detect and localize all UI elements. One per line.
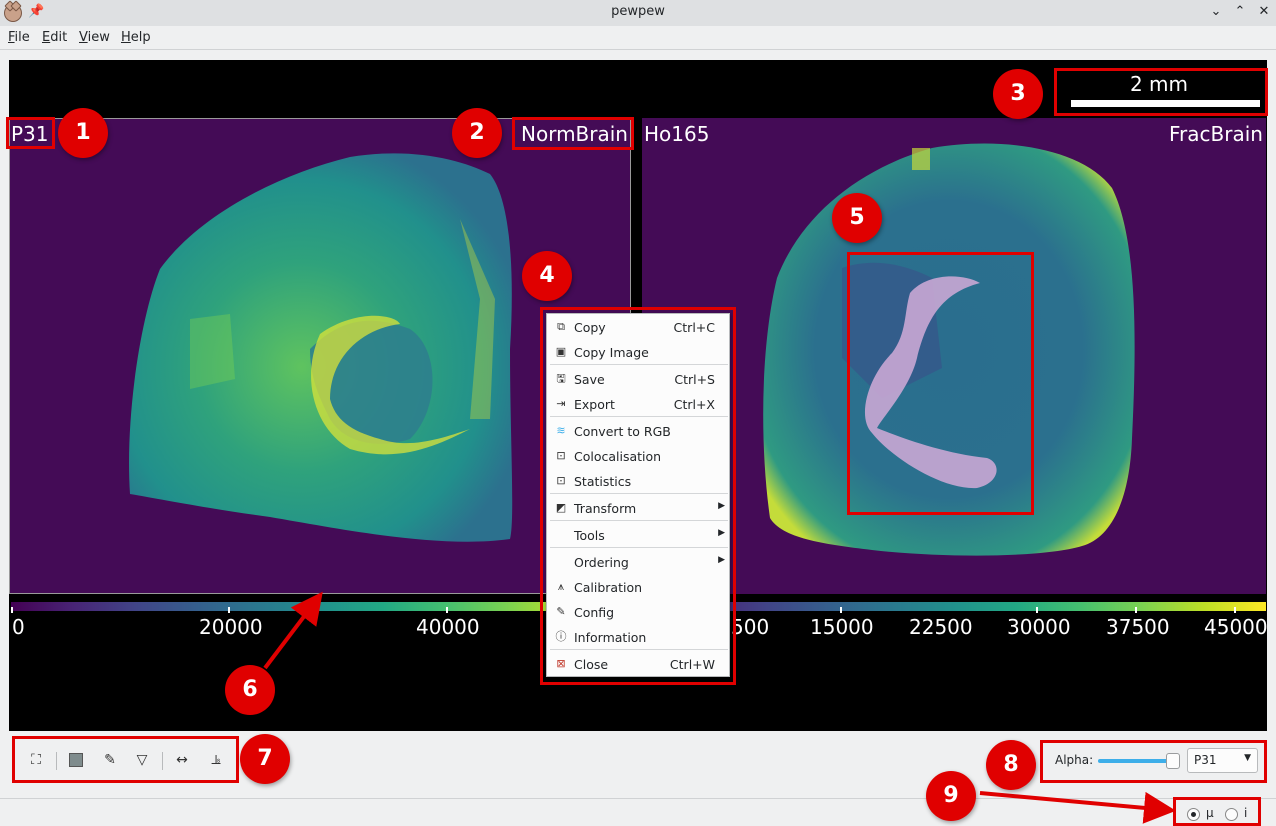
annotation-badge-6: 6 [225, 665, 275, 715]
annotation-arrow-9 [979, 791, 1176, 824]
annotation-badge-1: 1 [58, 108, 108, 158]
annotation-badge-3: 3 [993, 69, 1043, 119]
annotation-badge-8: 8 [986, 740, 1036, 790]
annotation-badge-5: 5 [832, 193, 882, 243]
annotation-badge-9: 9 [926, 771, 976, 821]
annotation-arrows [263, 591, 1176, 824]
annotation-badge-7: 7 [240, 734, 290, 784]
annotation-badge-4: 4 [522, 251, 572, 301]
annotation-badge-2: 2 [452, 108, 502, 158]
annotation-arrow-6 [263, 591, 323, 670]
